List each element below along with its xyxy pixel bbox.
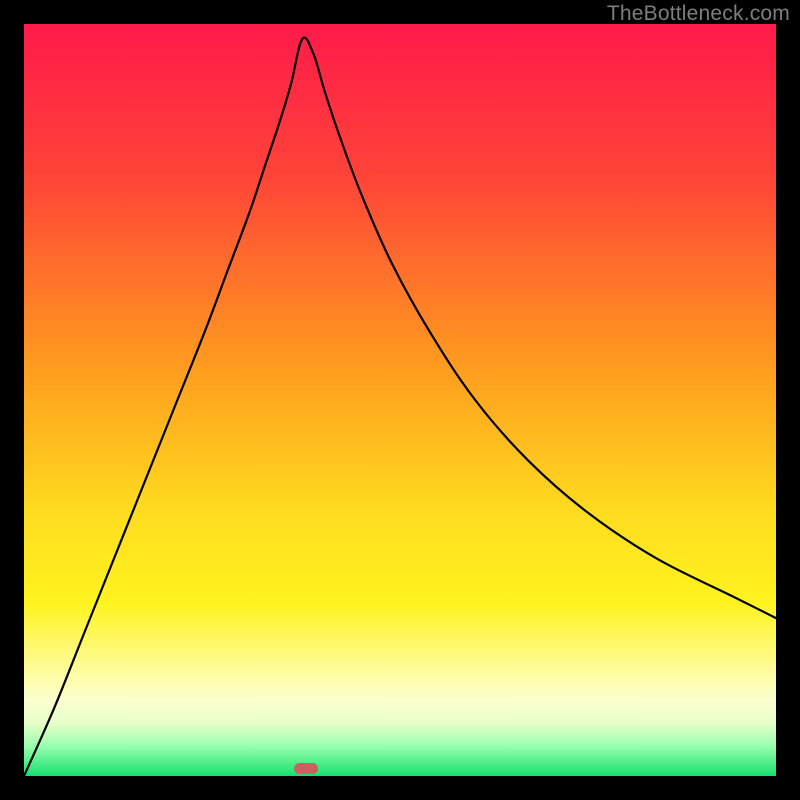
bottleneck-curve bbox=[24, 24, 776, 776]
plot-area bbox=[24, 24, 776, 776]
watermark-text: TheBottleneck.com bbox=[607, 2, 790, 26]
chart-frame: TheBottleneck.com bbox=[0, 0, 800, 800]
